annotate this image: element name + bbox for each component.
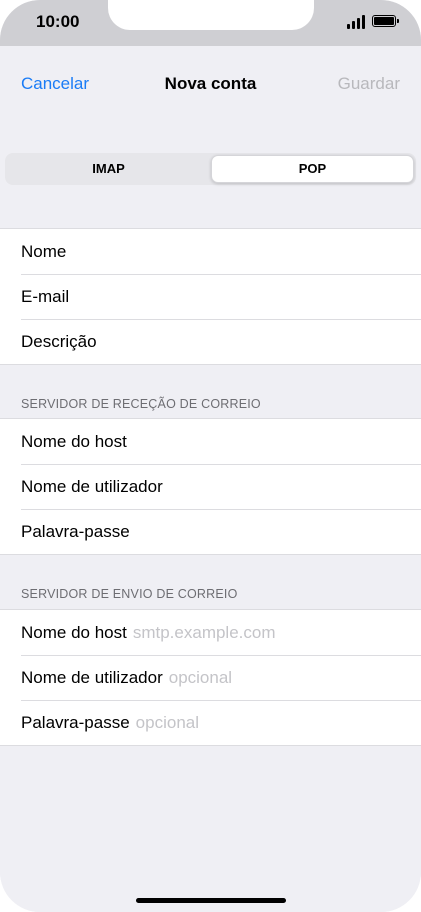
account-type-segmented-control: IMAP POP bbox=[5, 153, 416, 185]
new-account-sheet: Cancelar Nova conta Guardar IMAP POP Nom… bbox=[0, 56, 421, 912]
notch bbox=[108, 0, 314, 30]
home-indicator[interactable] bbox=[136, 898, 286, 903]
outgoing-password-field[interactable]: Palavra-passe opcional bbox=[0, 700, 421, 745]
name-field[interactable]: Nome bbox=[0, 229, 421, 274]
description-field[interactable]: Descrição bbox=[0, 319, 421, 364]
incoming-host-label: Nome do host bbox=[21, 432, 127, 451]
incoming-server-header: SERVIDOR DE RECEÇÃO DE CORREIO bbox=[21, 397, 261, 411]
status-time: 10:00 bbox=[36, 12, 80, 31]
status-bar: 10:00 bbox=[0, 0, 421, 46]
outgoing-username-placeholder: opcional bbox=[168, 668, 233, 687]
battery-icon bbox=[372, 15, 399, 27]
incoming-host-field[interactable]: Nome do host bbox=[0, 419, 421, 464]
outgoing-username-field[interactable]: Nome de utilizador opcional bbox=[0, 655, 421, 700]
save-button[interactable]: Guardar bbox=[338, 74, 400, 94]
outgoing-server-group: Nome do host smtp.example.com Nome de uti… bbox=[0, 609, 421, 746]
signal-icon bbox=[347, 15, 367, 29]
incoming-password-label: Palavra-passe bbox=[21, 522, 130, 541]
outgoing-password-label: Palavra-passe bbox=[21, 713, 130, 732]
email-field[interactable]: E-mail bbox=[0, 274, 421, 319]
device-screen: 10:00 Cancelar Nova conta Guardar IMAP P… bbox=[0, 0, 421, 912]
incoming-username-field[interactable]: Nome de utilizador bbox=[0, 464, 421, 509]
outgoing-host-label: Nome do host bbox=[21, 623, 127, 642]
segment-imap[interactable]: IMAP bbox=[7, 155, 210, 183]
incoming-password-field[interactable]: Palavra-passe bbox=[0, 509, 421, 554]
outgoing-host-placeholder: smtp.example.com bbox=[132, 623, 276, 642]
description-label: Descrição bbox=[21, 332, 97, 351]
account-info-group: Nome E-mail Descrição bbox=[0, 228, 421, 365]
outgoing-password-placeholder: opcional bbox=[135, 713, 199, 732]
email-label: E-mail bbox=[21, 287, 70, 306]
outgoing-host-field[interactable]: Nome do host smtp.example.com bbox=[0, 610, 421, 655]
segment-pop[interactable]: POP bbox=[211, 155, 414, 183]
outgoing-server-header: SERVIDOR DE ENVIO DE CORREIO bbox=[21, 587, 238, 601]
nav-bar: Cancelar Nova conta Guardar bbox=[0, 56, 421, 112]
incoming-username-label: Nome de utilizador bbox=[21, 477, 163, 496]
name-label: Nome bbox=[21, 242, 67, 261]
incoming-server-group: Nome do host Nome de utilizador Palavra-… bbox=[0, 418, 421, 555]
outgoing-username-label: Nome de utilizador bbox=[21, 668, 163, 687]
